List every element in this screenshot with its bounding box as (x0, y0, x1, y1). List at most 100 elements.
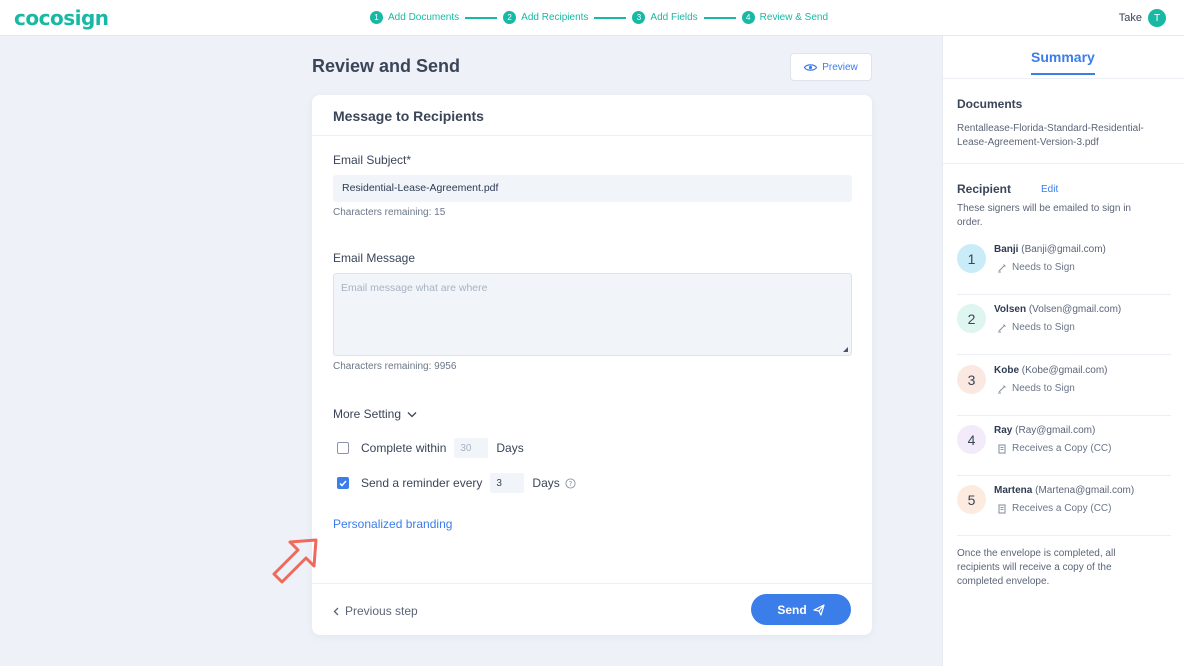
send-button[interactable]: Send (751, 594, 851, 625)
recipient-note: order. (957, 217, 983, 228)
recipient-name: Martena (994, 485, 1033, 496)
card-footer-divider (312, 583, 872, 584)
completion-note-line: completed envelope. (957, 576, 1050, 587)
step-connector (703, 16, 736, 19)
document-name-line: Rentallease-Florida-Standard-Residential… (957, 123, 1144, 134)
recipient-item[interactable]: 1 Banji (Banji@gmail.com) Needs to Sign (957, 235, 1171, 295)
recipient-role: Receives a Copy (CC) (997, 503, 1111, 514)
days-label: Days (532, 476, 560, 490)
completion-note-line: Once the envelope is completed, all (957, 548, 1116, 559)
step-connector (465, 16, 498, 19)
avatar: T (1148, 9, 1166, 27)
pen-icon (998, 384, 1006, 394)
recipient-role-label: Needs to Sign (1012, 383, 1075, 394)
resize-handle-icon[interactable] (843, 347, 848, 352)
recipient-item[interactable]: 4 Ray (Ray@gmail.com) Receives a Copy (C… (957, 416, 1171, 476)
step-label: Review & Send (759, 12, 829, 23)
stepper: 1 Add Documents 2 Add Recipients 3 Add F… (370, 11, 828, 24)
recipient-role-label: Needs to Sign (1012, 262, 1075, 273)
email-subject-value: Residential-Lease-Agreement.pdf (342, 182, 499, 194)
recipient-number: 2 (957, 304, 986, 333)
edit-recipients-link[interactable]: Edit (1041, 184, 1058, 195)
preview-button[interactable]: Preview (790, 53, 872, 81)
recipient-name: Volsen (994, 304, 1027, 315)
recipient-name: Ray (994, 425, 1013, 436)
pen-icon (998, 323, 1006, 333)
recipient-email: (Kobe@gmail.com) (1021, 365, 1108, 376)
chevron-left-icon (333, 607, 339, 615)
reminder-label: Send a reminder every (361, 476, 483, 490)
recipient-role: Needs to Sign (997, 383, 1075, 394)
email-message-label: Email Message (333, 251, 416, 265)
previous-step-button[interactable]: Previous step (333, 604, 418, 618)
card-title: Message to Recipients (312, 95, 872, 136)
step-label: Add Fields (650, 12, 698, 23)
step-number: 1 (370, 11, 383, 24)
reminder-input[interactable]: 3 (490, 473, 525, 493)
recipient-name-line: Kobe (Kobe@gmail.com) (994, 365, 1108, 376)
recipient-number: 1 (957, 244, 986, 273)
checkmark-icon (339, 480, 347, 487)
step-review-send[interactable]: 4 Review & Send (741, 11, 829, 24)
completion-note: Once the envelope is completed, all reci… (957, 547, 1169, 589)
recipient-note: These signers will be emailed to sign in (957, 203, 1131, 214)
recipient-email: (Martena@gmail.com) (1035, 485, 1135, 496)
recipient-email: (Volsen@gmail.com) (1028, 304, 1122, 315)
email-message-textarea[interactable]: Email message what are where (333, 273, 852, 356)
complete-within-checkbox[interactable] (337, 442, 349, 454)
step-label: Add Documents (388, 12, 460, 23)
complete-within-placeholder: 30 (460, 442, 472, 454)
email-subject-input[interactable]: Residential-Lease-Agreement.pdf (333, 175, 852, 202)
recipient-email: (Banji@gmail.com) (1021, 244, 1106, 255)
user-name: Take (1118, 12, 1142, 24)
days-label: Days (496, 441, 524, 455)
recipient-name-line: Martena (Martena@gmail.com) (994, 485, 1134, 496)
more-setting-label: More Setting (333, 407, 402, 421)
reminder-value: 3 (496, 477, 502, 489)
recipient-name: Banji (994, 244, 1019, 255)
step-add-documents[interactable]: 1 Add Documents (370, 11, 459, 24)
divider (943, 78, 1184, 79)
paper-plane-icon (813, 603, 825, 616)
summary-tab[interactable]: Summary (1031, 49, 1095, 75)
message-chars-remaining: Characters remaining: 9956 (333, 361, 457, 372)
recipient-number: 5 (957, 485, 986, 514)
recipient-item[interactable]: 5 Martena (Martena@gmail.com) Receives a… (957, 476, 1171, 536)
more-setting-toggle[interactable]: More Setting (333, 407, 417, 421)
document-name-line: Lease-Agreement-Version-3.pdf (957, 137, 1099, 148)
annotation-arrow-icon (272, 538, 318, 584)
copy-document-icon (998, 503, 1006, 514)
divider (943, 163, 1184, 164)
recipient-item[interactable]: 2 Volsen (Volsen@gmail.com) Needs to Sig… (957, 295, 1171, 355)
summary-panel: Summary Documents Rentallease-Florida-St… (942, 36, 1184, 666)
step-number: 2 (503, 11, 517, 24)
recipient-item[interactable]: 3 Kobe (Kobe@gmail.com) Needs to Sign (957, 356, 1171, 416)
copy-document-icon (998, 443, 1006, 454)
recipient-role-label: Receives a Copy (CC) (1012, 503, 1112, 514)
send-label: Send (777, 602, 807, 617)
step-add-fields[interactable]: 3 Add Fields (632, 11, 698, 24)
recipient-name-line: Banji (Banji@gmail.com) (994, 244, 1106, 255)
recipient-role: Receives a Copy (CC) (997, 443, 1111, 454)
reminder-checkbox[interactable] (337, 477, 349, 489)
recipient-name: Kobe (994, 365, 1019, 376)
step-label: Add Recipients (521, 12, 589, 23)
help-icon[interactable]: ? (565, 477, 576, 489)
recipient-name-line: Ray (Ray@gmail.com) (994, 425, 1095, 436)
recipient-number: 4 (957, 425, 986, 454)
step-connector (594, 16, 627, 19)
recipient-title: Recipient (957, 182, 1012, 196)
personalized-branding-link[interactable]: Personalized branding (333, 517, 452, 531)
preview-label: Preview (822, 61, 858, 73)
step-add-recipients[interactable]: 2 Add Recipients (503, 11, 588, 24)
logo[interactable]: cocosign (14, 6, 109, 30)
message-card: Message to Recipients Email Subject* Res… (312, 95, 872, 635)
step-number: 4 (741, 11, 755, 24)
pen-icon (998, 263, 1006, 273)
recipient-email: (Ray@gmail.com) (1015, 425, 1096, 436)
email-message-placeholder: Email message what are where (341, 282, 488, 294)
completion-note-line: recipients will receive a copy of the (957, 562, 1112, 573)
top-bar: cocosign 1 Add Documents 2 Add Recipient… (0, 0, 1184, 36)
complete-within-input[interactable]: 30 (454, 438, 489, 458)
user-menu[interactable]: Take T (1119, 9, 1166, 27)
